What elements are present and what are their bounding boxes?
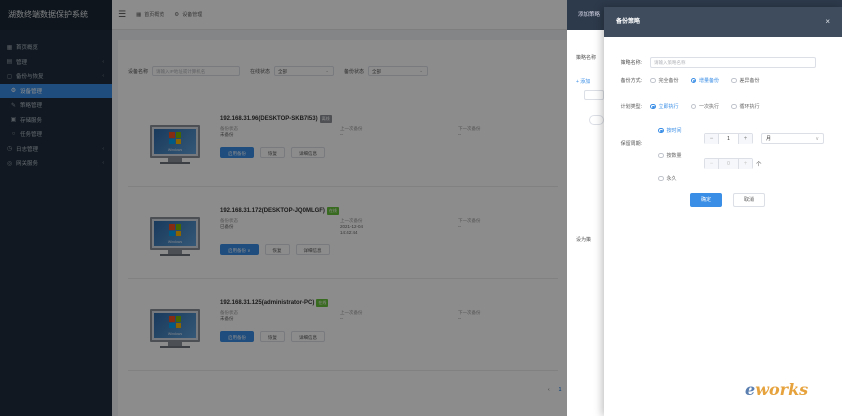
retain-forever-radio[interactable]: 永久	[658, 175, 677, 182]
retain-label-row: 保留周期:	[610, 140, 650, 147]
logo-right: works	[755, 380, 809, 399]
retain-count-stepper[interactable]: − 0 +	[704, 158, 753, 169]
radio-label: 增量备份	[699, 78, 720, 84]
cancel-button[interactable]: 取消	[733, 193, 766, 207]
radio-label: 立即执行	[658, 104, 679, 110]
plus-icon[interactable]: +	[739, 158, 752, 169]
panel-field[interactable]	[589, 115, 604, 125]
logo-left: e	[745, 380, 756, 399]
plan-type-radio-0[interactable]: 立即执行	[650, 103, 679, 110]
radio-label: 按数量	[666, 153, 682, 159]
backup-mode-row: 备份方式: 完全备份 增量备份 差异备份	[610, 77, 772, 84]
dialog-header: 备份策略 ×	[604, 7, 842, 37]
panel-field[interactable]	[584, 90, 604, 100]
plan-type-options: 立即执行 一次执行 循环执行	[650, 103, 772, 110]
radio-dot	[658, 127, 664, 134]
radio-dot	[731, 103, 737, 110]
count-unit: 个	[756, 161, 762, 168]
retain-period-label: 保留周期:	[620, 141, 642, 147]
minus-icon[interactable]: −	[705, 133, 718, 144]
backup-mode-radio-2[interactable]: 差异备份	[731, 77, 760, 84]
backup-policy-dialog: 备份策略 × 策略名称: 请输入策略名称 备份方式: 完全备份 增量备份 差异备份 …	[604, 7, 842, 416]
backup-mode-label: 备份方式:	[620, 78, 642, 84]
plan-type-radio-1[interactable]: 一次执行	[690, 103, 720, 110]
radio-dot	[658, 152, 664, 159]
set-policy-label: 设为策	[576, 237, 592, 243]
minus-icon[interactable]: −	[705, 158, 718, 169]
radio-dot	[731, 77, 737, 84]
retain-unit-select[interactable]: 月 ∨	[761, 133, 824, 144]
retain-by-count-radio[interactable]: 按数量	[658, 152, 682, 159]
backup-mode-radio-0[interactable]: 完全备份	[650, 77, 679, 84]
stepper-value[interactable]: 1	[718, 133, 739, 144]
radio-label: 差异备份	[739, 78, 760, 84]
policy-name-label: 策略名称	[576, 55, 597, 61]
plan-type-label: 计划类型:	[620, 104, 642, 110]
radio-dot	[690, 103, 697, 110]
radio-dot	[690, 77, 697, 84]
retain-time-stepper[interactable]: − 1 +	[704, 133, 753, 144]
backup-mode-radio-1[interactable]: 增量备份	[690, 77, 720, 84]
dialog-actions: 确定 取消	[690, 193, 776, 207]
retain-count-controls: − 0 + 个	[704, 158, 762, 169]
radio-dot	[658, 175, 664, 182]
chevron-down-icon: ∨	[815, 136, 819, 142]
retain-time-row: 按时间	[658, 127, 694, 134]
radio-label: 一次执行	[699, 104, 720, 110]
policy-name-input[interactable]: 请输入策略名称	[650, 57, 816, 68]
close-icon[interactable]: ×	[825, 7, 830, 37]
plan-type-radio-2[interactable]: 循环执行	[731, 103, 760, 110]
plus-icon[interactable]: +	[739, 133, 752, 144]
policy-name-row: 策略名称: 请输入策略名称	[610, 57, 816, 68]
backup-mode-options: 完全备份 增量备份 差异备份	[650, 77, 772, 84]
stepper-value[interactable]: 0	[718, 158, 739, 169]
radio-dot	[650, 77, 656, 84]
radio-dot	[650, 103, 656, 110]
confirm-button[interactable]: 确定	[690, 193, 723, 207]
plan-type-row: 计划类型: 立即执行 一次执行 循环执行	[610, 103, 772, 110]
radio-label: 永久	[666, 176, 677, 182]
radio-label: 完全备份	[658, 78, 679, 84]
radio-label: 循环执行	[739, 104, 760, 110]
retain-forever-row: 永久	[658, 175, 689, 182]
radio-label: 按时间	[666, 128, 682, 134]
retain-time-controls: − 1 + 月 ∨	[704, 133, 824, 144]
policy-name-label: 策略名称:	[620, 60, 642, 66]
eworks-logo: eworks	[745, 380, 808, 399]
unit-value: 月	[766, 136, 772, 142]
dialog-title: 备份策略	[616, 19, 641, 25]
add-button[interactable]: + 添加	[576, 78, 590, 85]
retain-count-row: 按数量	[658, 152, 694, 159]
retain-by-time-radio[interactable]: 按时间	[658, 127, 682, 134]
